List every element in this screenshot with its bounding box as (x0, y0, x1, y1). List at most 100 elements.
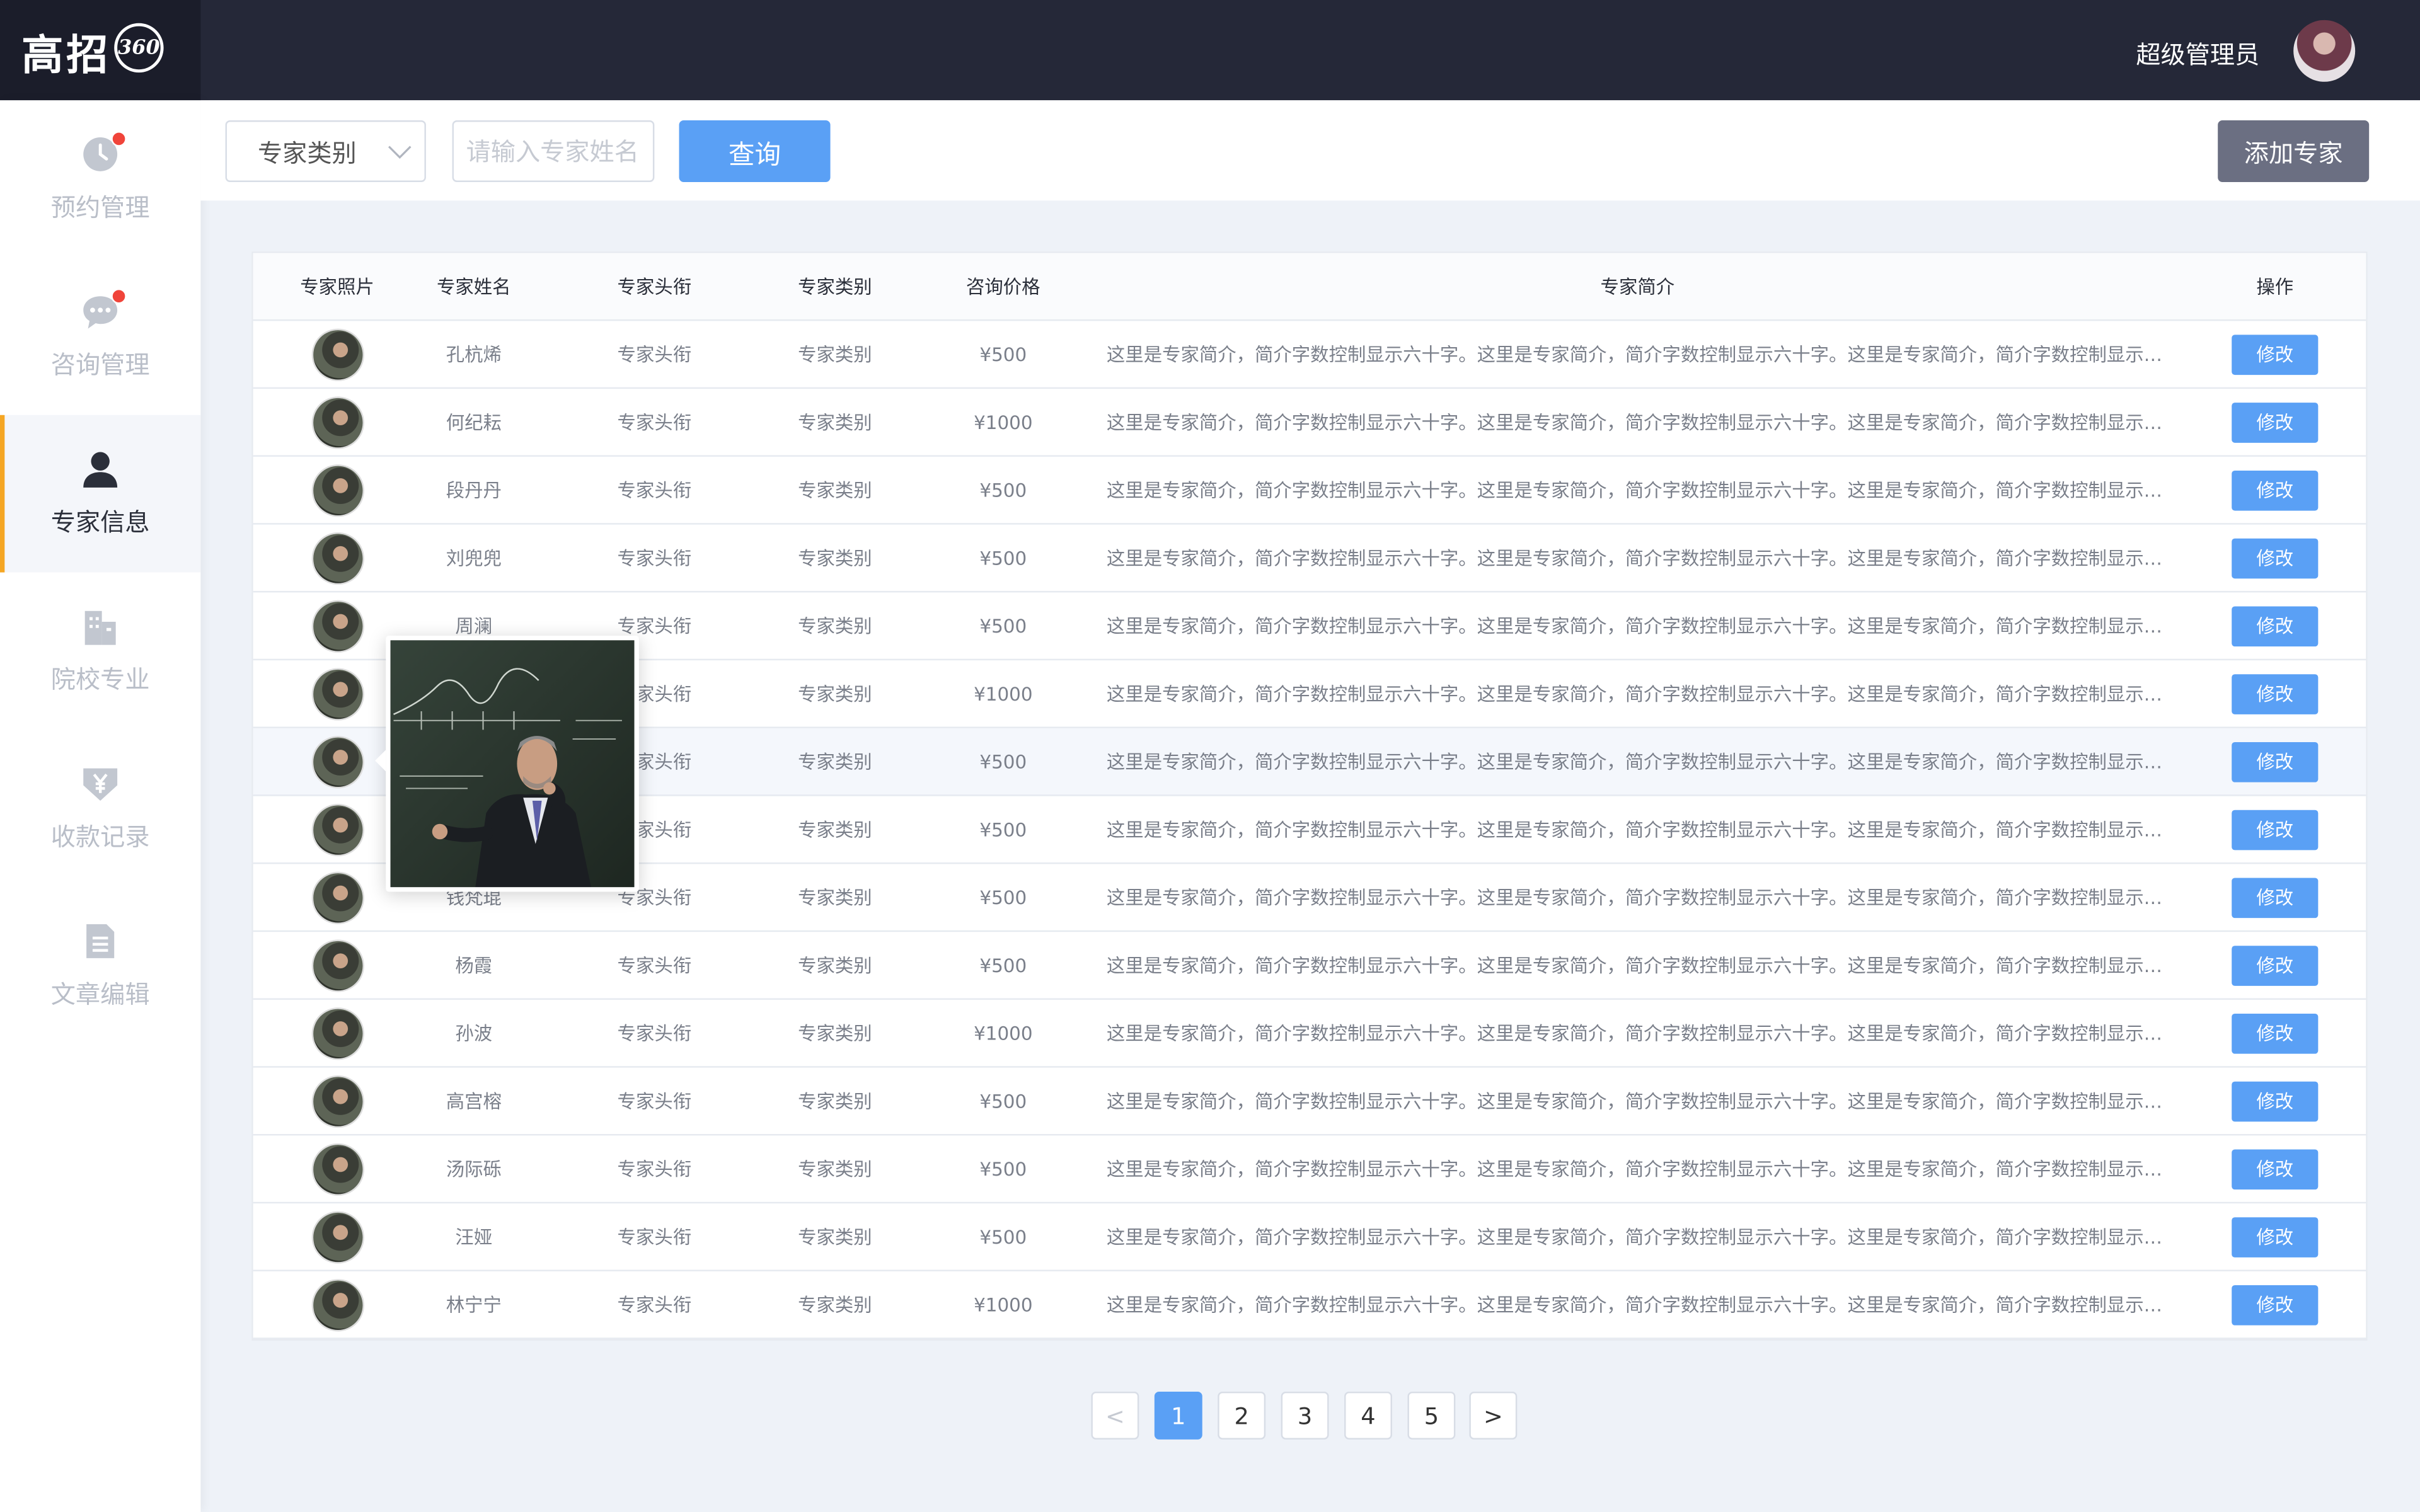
actions-cell: 修改 (2213, 1271, 2337, 1337)
edit-button[interactable]: 修改 (2232, 334, 2319, 374)
expert-photo-thumbnail[interactable] (312, 1143, 362, 1194)
page-5-button[interactable]: 5 (1407, 1391, 1456, 1440)
actions-cell: 修改 (2213, 1068, 2337, 1134)
expert-photo-thumbnail[interactable] (312, 1076, 362, 1126)
actions-cell: 修改 (2213, 932, 2337, 998)
expert-photo-thumbnail[interactable] (312, 533, 362, 583)
consult-price: ¥500 (979, 1157, 1027, 1180)
expert-intro-cell: 这里是专家简介，简介字数控制显示六十字。这里是专家简介，简介字数控制显示六十字。… (1107, 660, 2169, 726)
prev-page-button[interactable]: < (1091, 1391, 1139, 1440)
edit-button[interactable]: 修改 (2232, 1148, 2319, 1189)
expert-name: 高宫榕 (446, 1091, 502, 1113)
expert-photo-thumbnail[interactable] (312, 1280, 362, 1329)
expert-intro-cell: 这里是专家简介，简介字数控制显示六十字。这里是专家简介，简介字数控制显示六十字。… (1107, 457, 2169, 523)
expert-photo-thumbnail[interactable] (312, 1008, 362, 1058)
sidebar-item-payments[interactable]: 收款记录 (0, 730, 200, 887)
edit-button[interactable]: 修改 (2232, 469, 2319, 510)
expert-intro-cell: 这里是专家简介，简介字数控制显示六十字。这里是专家简介，简介字数控制显示六十字。… (1107, 1135, 2169, 1201)
expert-intro: 这里是专家简介，简介字数控制显示六十字。这里是专家简介，简介字数控制显示六十字。… (1106, 819, 2169, 841)
category-select[interactable]: 专家类别 (225, 120, 426, 182)
edit-button[interactable]: 修改 (2232, 1284, 2319, 1325)
sidebar-item-schools[interactable]: 院校专业 (0, 573, 200, 730)
actions-cell: 修改 (2213, 321, 2337, 387)
table-row: 段丹丹 专家头衔 专家类别 ¥500 这里是专家简介，简介字数控制显示六十字。这里是专家… (253, 457, 2366, 525)
expert-photo-thumbnail[interactable] (312, 1211, 362, 1262)
app-root: 高招 360 超级管理员 预约管理 咨询管理 专家信息 院校专业 收款记录 文章… (0, 0, 2420, 1512)
building-icon (80, 606, 120, 646)
expert-intro: 这里是专家简介，简介字数控制显示六十字。这里是专家简介，简介字数控制显示六十字。… (1106, 547, 2169, 570)
consult-price: ¥1000 (974, 1293, 1033, 1315)
expert-photo-thumbnail[interactable] (312, 329, 362, 379)
edit-button[interactable]: 修改 (2232, 1217, 2319, 1257)
consult-price: ¥500 (979, 343, 1027, 365)
page-2-button[interactable]: 2 (1218, 1391, 1266, 1440)
query-button[interactable]: 查询 (679, 120, 831, 182)
page-1-button[interactable]: 1 (1154, 1391, 1202, 1440)
sidebar-item-label: 院校专业 (50, 665, 150, 695)
header-actions: 操作 (2256, 276, 2294, 298)
edit-button[interactable]: 修改 (2232, 605, 2319, 646)
logo-text: 高招 (21, 32, 112, 81)
document-icon (80, 921, 120, 961)
photo-cell (253, 1135, 422, 1201)
expert-name: 林宁宁 (446, 1294, 502, 1316)
sidebar-item-experts[interactable]: 专家信息 (0, 415, 201, 573)
photo-cell (253, 389, 422, 455)
next-page-button[interactable]: > (1469, 1391, 1518, 1440)
expert-name: 汤际砾 (446, 1159, 502, 1181)
expert-photo-thumbnail[interactable] (312, 668, 362, 719)
expert-intro-cell: 这里是专家简介，简介字数控制显示六十字。这里是专家简介，简介字数控制显示六十字。… (1107, 525, 2169, 591)
add-expert-button[interactable]: 添加专家 (2218, 120, 2370, 182)
actions-cell: 修改 (2213, 728, 2337, 794)
header-intro: 专家简介 (1600, 276, 1675, 298)
table-row: 何纪耘 专家头衔 专家类别 ¥1000 这里是专家简介，简介字数控制显示六十字。这里是专… (253, 389, 2366, 457)
actions-cell: 修改 (2213, 1135, 2337, 1201)
actions-cell: 修改 (2213, 864, 2337, 930)
edit-button[interactable]: 修改 (2232, 741, 2319, 782)
sidebar-item-articles[interactable]: 文章编辑 (0, 887, 200, 1045)
edit-button[interactable]: 修改 (2232, 945, 2319, 985)
edit-button[interactable]: 修改 (2232, 1080, 2319, 1121)
expert-photo-thumbnail[interactable] (312, 940, 362, 990)
expert-title: 专家头衔 (617, 547, 692, 570)
edit-button[interactable]: 修改 (2232, 673, 2319, 714)
expert-intro: 这里是专家简介，简介字数控制显示六十字。这里是专家简介，简介字数控制显示六十字。… (1106, 954, 2169, 977)
admin-name[interactable]: 超级管理员 (2136, 34, 2259, 71)
expert-name-search-input[interactable] (452, 120, 655, 182)
table-header: 专家照片 专家姓名 专家头衔 专家类别 咨询价格 专家简介 操作 (253, 253, 2366, 321)
expert-photo-thumbnail[interactable] (312, 397, 362, 447)
expert-intro: 这里是专家简介，简介字数控制显示六十字。这里是专家简介，简介字数控制显示六十字。… (1106, 1091, 2169, 1113)
expert-photo-thumbnail[interactable] (312, 872, 362, 922)
logo[interactable]: 高招 360 (0, 0, 201, 101)
filter-toolbar: 专家类别 查询 添加专家 (200, 100, 2420, 201)
edit-button[interactable]: 修改 (2232, 537, 2319, 578)
sidebar-item-appointments[interactable]: 预约管理 (0, 100, 200, 258)
table-row: 汤际砾 专家头衔 专家类别 ¥500 这里是专家简介，简介字数控制显示六十字。这里是专家… (253, 1135, 2366, 1204)
expert-photo-thumbnail[interactable] (312, 736, 362, 786)
expert-photo-thumbnail[interactable] (312, 805, 362, 854)
expert-photo-thumbnail[interactable] (312, 465, 362, 515)
edit-button[interactable]: 修改 (2232, 1012, 2319, 1053)
logo-badge: 360 (114, 23, 164, 73)
expert-photo-thumbnail[interactable] (312, 600, 362, 651)
expert-name: 孔杭烯 (446, 344, 502, 366)
top-bar: 高招 360 超级管理员 (0, 0, 2420, 101)
page-4-button[interactable]: 4 (1344, 1391, 1392, 1440)
expert-intro: 这里是专家简介，简介字数控制显示六十字。这里是专家简介，简介字数控制显示六十字。… (1106, 683, 2169, 706)
page-3-button[interactable]: 3 (1281, 1391, 1329, 1440)
photo-cell (253, 321, 422, 387)
edit-button[interactable]: 修改 (2232, 809, 2319, 850)
expert-title: 专家头衔 (617, 344, 692, 366)
expert-type: 专家类别 (798, 1226, 872, 1249)
consult-price: ¥500 (979, 547, 1027, 569)
photo-cell (253, 457, 422, 523)
admin-avatar[interactable] (2293, 20, 2356, 82)
edit-button[interactable]: 修改 (2232, 401, 2319, 442)
edit-button[interactable]: 修改 (2232, 877, 2319, 917)
expert-intro: 这里是专家简介，简介字数控制显示六十字。这里是专家简介，简介字数控制显示六十字。… (1106, 1159, 2169, 1181)
sidebar-item-consulting[interactable]: 咨询管理 (0, 258, 200, 415)
sidebar-item-label: 收款记录 (50, 822, 150, 852)
expert-intro-cell: 这里是专家简介，简介字数控制显示六十字。这里是专家简介，简介字数控制显示六十字。… (1107, 864, 2169, 930)
expert-intro-cell: 这里是专家简介，简介字数控制显示六十字。这里是专家简介，简介字数控制显示六十字。… (1107, 728, 2169, 794)
consult-price: ¥500 (979, 614, 1027, 637)
